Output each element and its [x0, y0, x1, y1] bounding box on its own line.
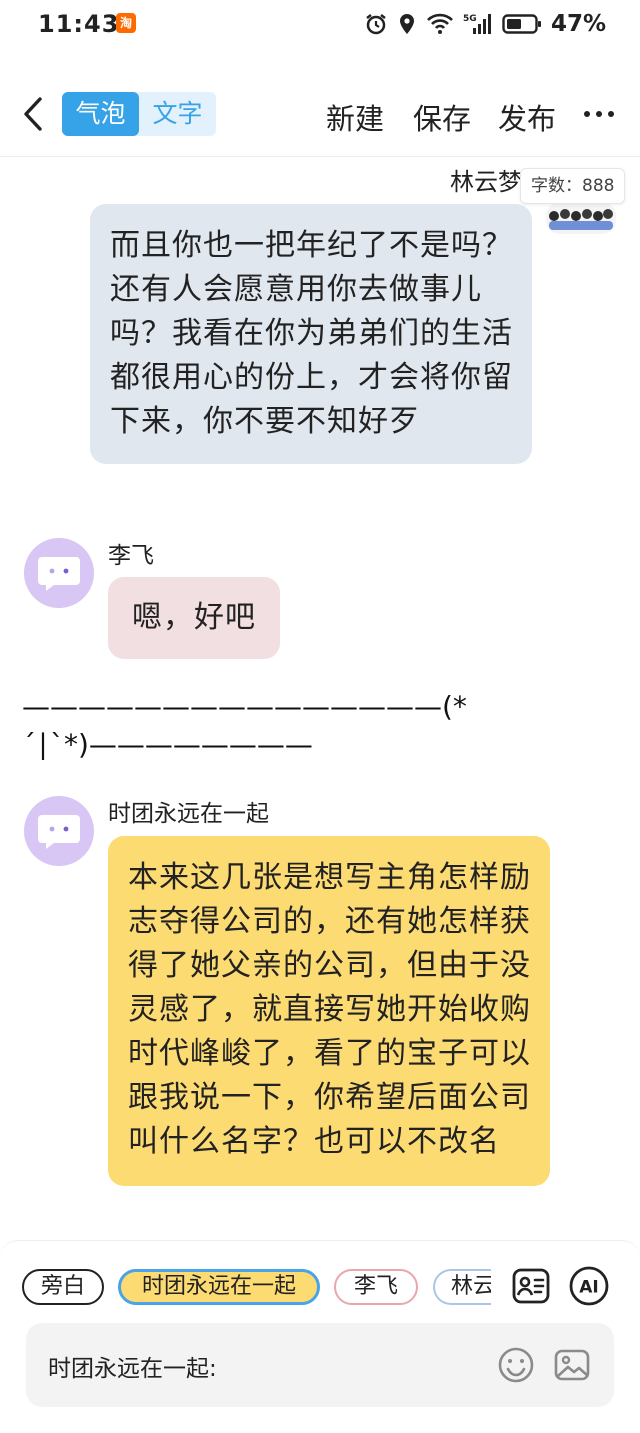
group-avatar[interactable] — [546, 202, 616, 234]
signal-label: 5G — [463, 14, 477, 24]
avatar[interactable] — [24, 796, 94, 866]
chip-speaker-lifei[interactable]: 李飞 — [334, 1269, 418, 1305]
cellular-signal-icon: 5G — [463, 12, 493, 36]
ai-label: AI — [579, 1278, 598, 1298]
save-button[interactable]: 保存 — [413, 96, 471, 138]
location-icon — [397, 12, 417, 36]
new-button[interactable]: 新建 — [326, 96, 384, 138]
emoji-icon[interactable] — [496, 1345, 536, 1385]
tab-text[interactable]: 文字 — [139, 92, 216, 136]
message-bubble[interactable]: 嗯，好吧 — [108, 577, 280, 659]
chat-bubble-avatar-icon — [38, 557, 80, 591]
chip-speaker-lin[interactable]: 林云 — [433, 1269, 491, 1305]
mode-switch: 气泡 文字 — [62, 92, 216, 136]
character-card-icon[interactable] — [510, 1265, 552, 1307]
input-speaker-prefix: 时团永远在一起: — [48, 1356, 217, 1382]
chip-speaker-active[interactable]: 时团永远在一起 — [118, 1269, 320, 1305]
status-bar: 11:43 淘 5G 47% — [0, 0, 640, 50]
wifi-icon — [426, 13, 454, 35]
sender-name: 李飞 — [108, 543, 154, 569]
narration-text[interactable]: ———————————————(*´∣`*)———————— — [22, 688, 502, 764]
sender-name-right: 林云梦 — [450, 168, 522, 196]
chevron-left-icon — [24, 97, 42, 131]
battery-icon — [502, 13, 542, 35]
tab-bubble[interactable]: 气泡 — [62, 92, 139, 136]
chip-narration[interactable]: 旁白 — [22, 1269, 104, 1305]
ai-button[interactable]: AI — [568, 1265, 610, 1307]
image-icon[interactable] — [552, 1345, 592, 1385]
publish-button[interactable]: 发布 — [498, 96, 556, 138]
toolbar-divider — [0, 156, 640, 157]
sender-name: 时团永远在一起 — [108, 801, 269, 827]
status-icons: 5G 47% — [364, 9, 606, 39]
status-time: 11:43 — [38, 10, 120, 38]
message-bubble[interactable]: 而且你也一把年纪了不是吗？还有人会愿意用你去做事儿吗？我看在你为弟弟们的生活都很… — [90, 204, 532, 464]
back-button[interactable] — [16, 94, 50, 134]
message-input[interactable]: 时团永远在一起: — [26, 1323, 614, 1407]
battery-percent: 47% — [550, 11, 606, 37]
alarm-icon — [364, 12, 388, 36]
top-toolbar: 气泡 文字 新建 保存 发布 — [0, 78, 640, 154]
ai-icon: AI — [569, 1266, 609, 1306]
word-count-badge: 字数：888 — [520, 168, 626, 204]
chat-bubble-avatar-icon — [38, 815, 80, 849]
more-dots-icon[interactable] — [584, 111, 614, 119]
avatar[interactable] — [24, 538, 94, 608]
message-bubble[interactable]: 本来这几张是想写主角怎样励志夺得公司的，还有她怎样获得了她父亲的公司，但由于没灵… — [108, 836, 550, 1186]
composer-panel: 旁白 时团永远在一起 李飞 林云 AI 时团永远在一起: — [0, 1240, 640, 1433]
taobao-notification-icon: 淘 — [116, 13, 136, 33]
